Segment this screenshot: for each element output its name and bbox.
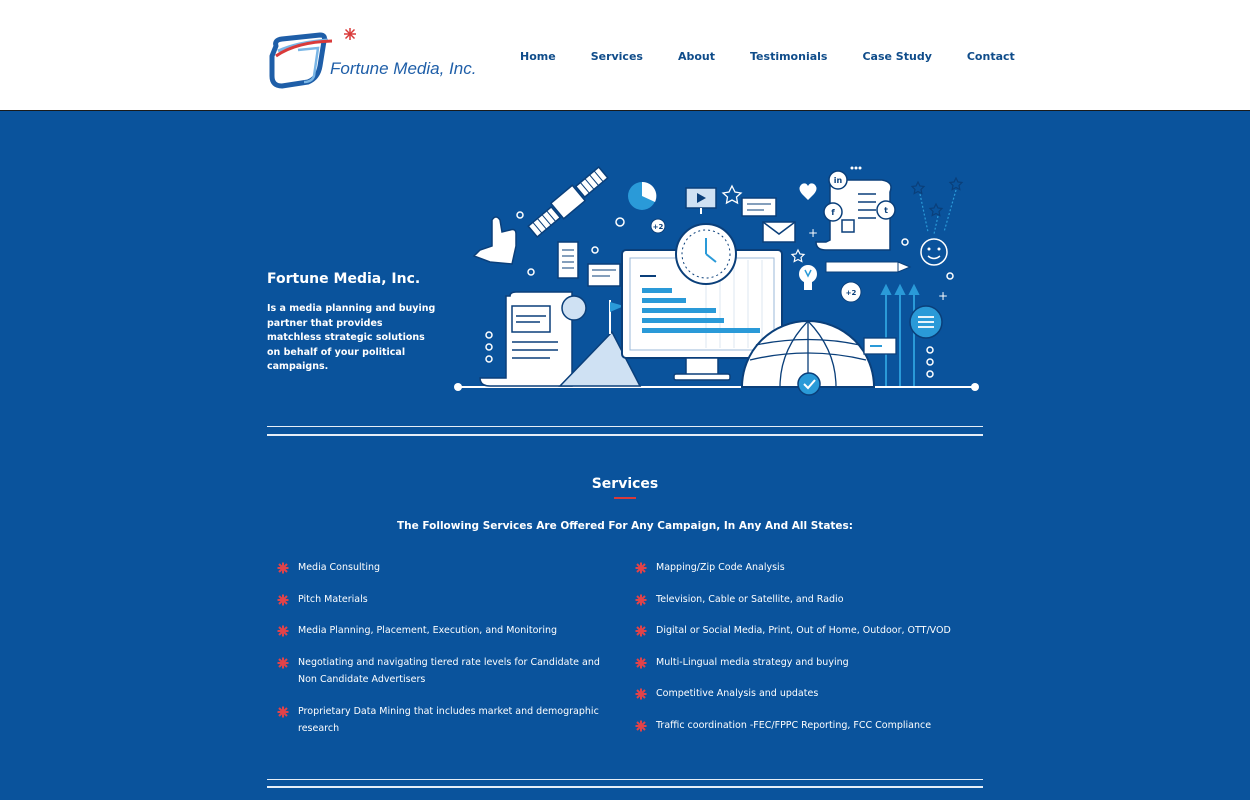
services-list-left: Media Consulting Pitch Materials Media P… [277, 559, 617, 752]
list-item: Media Consulting [277, 559, 617, 577]
nav-case-study[interactable]: Case Study [862, 50, 931, 63]
lightbulb-icon [799, 265, 817, 290]
red-asterisk-icon [635, 625, 647, 637]
list-item-label: Television, Cable or Satellite, and Radi… [656, 593, 844, 605]
pie-chart-icon [628, 181, 657, 210]
nav-services[interactable]: Services [591, 50, 643, 63]
svg-text:+2: +2 [846, 289, 857, 297]
video-monitor-icon [685, 187, 717, 214]
list-item-label: Digital or Social Media, Print, Out of H… [656, 625, 951, 636]
plus-icon: + [808, 226, 818, 240]
list-item: Mapping/Zip Code Analysis [635, 559, 975, 577]
list-item: Negotiating and navigating tiered rate l… [277, 654, 617, 689]
chat-bubble-icon [741, 197, 777, 217]
hero-title: Fortune Media, Inc. [267, 271, 421, 287]
list-item-label: Multi-Lingual media strategy and buying [656, 656, 849, 668]
social-document-icon: in f t [815, 166, 896, 251]
list-item: Media Planning, Placement, Execution, an… [277, 622, 617, 640]
list-item: Proprietary Data Mining that includes ma… [277, 703, 617, 738]
svg-text:t: t [884, 206, 888, 215]
red-asterisk-icon [635, 688, 647, 700]
svg-text:+2: +2 [653, 223, 664, 231]
hero-description: Is a media planning and buying partner t… [267, 303, 436, 372]
list-item-label: Proprietary Data Mining that includes ma… [298, 705, 599, 735]
pencil-icon [825, 261, 912, 273]
services-heading: Services [591, 476, 659, 492]
site-header: Fortune Media, Inc. Home Services About … [0, 0, 1250, 111]
list-item-label: Competitive Analysis and updates [656, 688, 819, 699]
newspaper-icon [479, 291, 587, 387]
logo-mark-icon [269, 28, 356, 89]
logo-text: Fortune Media, Inc. [330, 59, 477, 78]
divider-line [267, 434, 983, 436]
red-asterisk-icon [635, 594, 647, 606]
list-item: Competitive Analysis and updates [635, 685, 975, 703]
envelope-icon [762, 221, 796, 243]
red-asterisk-icon [635, 562, 647, 574]
list-item-label: Media Consulting [298, 562, 381, 573]
star-icon [721, 184, 743, 205]
svg-text:in: in [834, 176, 843, 185]
svg-text:+: + [938, 289, 948, 303]
svg-text:f: f [831, 208, 835, 217]
nav-testimonials[interactable]: Testimonials [750, 50, 827, 63]
red-asterisk-icon [635, 657, 647, 669]
heart-icon [799, 183, 817, 200]
nav-about[interactable]: About [678, 50, 715, 63]
list-item: Television, Cable or Satellite, and Radi… [635, 591, 975, 609]
card-icon [587, 263, 621, 287]
clock-icon [675, 223, 737, 285]
nav-home[interactable]: Home [520, 50, 556, 63]
company-logo[interactable]: Fortune Media, Inc. [268, 26, 478, 90]
satellite-icon [527, 166, 609, 238]
chat-circle-icon [909, 305, 943, 339]
red-asterisk-icon [277, 594, 289, 606]
divider-line [267, 786, 983, 788]
document-icon [557, 241, 579, 279]
list-item-label: Traffic coordination -FEC/FPPC Reporting… [656, 719, 932, 731]
list-item-label: Pitch Materials [298, 593, 368, 605]
pointing-hand-icon [472, 216, 517, 265]
heading-underline [614, 497, 636, 499]
list-item: Traffic coordination -FEC/FPPC Reporting… [635, 717, 975, 735]
list-item: Multi-Lingual media strategy and buying [635, 654, 975, 672]
red-asterisk-icon [277, 625, 289, 637]
divider-line [267, 426, 983, 427]
list-item: Pitch Materials [277, 591, 617, 609]
nav-contact[interactable]: Contact [967, 50, 1015, 63]
red-asterisk-icon [277, 562, 289, 574]
red-asterisk-icon [277, 706, 289, 718]
checkmark-badge-icon [797, 372, 821, 396]
smiley-icon [920, 238, 948, 266]
list-item-label: Negotiating and navigating tiered rate l… [298, 656, 600, 686]
services-list-right: Mapping/Zip Code Analysis Television, Ca… [635, 559, 975, 748]
red-asterisk-icon [277, 657, 289, 669]
red-asterisk-icon [635, 720, 647, 732]
list-item: Digital or Social Media, Print, Out of H… [635, 622, 975, 640]
divider-line [267, 779, 983, 780]
media-illustration: +2 + +2 in f t + [454, 166, 979, 396]
list-item-label: Mapping/Zip Code Analysis [656, 562, 785, 573]
main-nav: Home Services About Testimonials Case St… [508, 50, 1015, 63]
services-subheading: The Following Services Are Offered For A… [396, 520, 853, 532]
list-item-label: Media Planning, Placement, Execution, an… [298, 625, 558, 636]
